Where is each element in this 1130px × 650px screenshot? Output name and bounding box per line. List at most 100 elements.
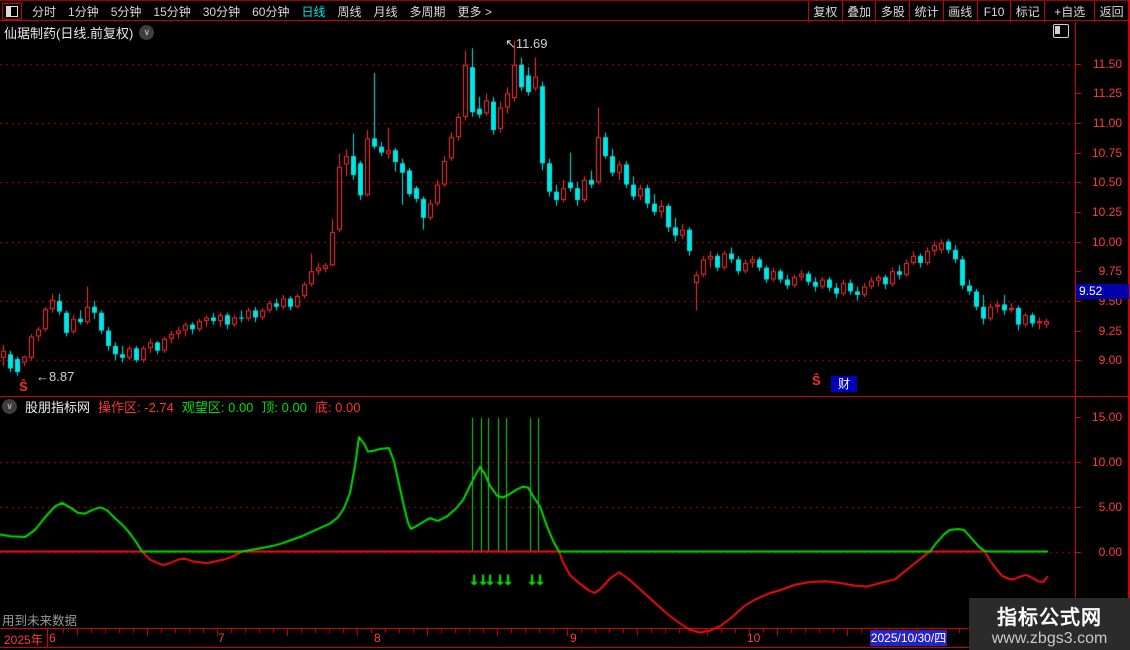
axis-tick-mark xyxy=(1076,551,1081,553)
timeline-tick xyxy=(609,629,610,633)
timeline-tick xyxy=(119,629,120,633)
signal-s-marker: Ŝ xyxy=(19,379,28,394)
price-tick-10.50: 10.50 xyxy=(1091,175,1122,190)
cai-badge[interactable]: 财 xyxy=(831,376,857,392)
timeline-tick xyxy=(819,629,820,633)
toolbar-button-2[interactable]: 多股 xyxy=(875,1,909,22)
timeline-tick xyxy=(175,629,176,633)
axis-tick-mark xyxy=(1076,360,1081,362)
future-data-note: 用到未来数据 xyxy=(2,614,78,628)
indicator-tick-5.00: 5.00 xyxy=(1098,499,1122,514)
timeline-tick xyxy=(273,629,274,633)
timeline-tick xyxy=(931,629,932,633)
tab-period-5[interactable]: 60分钟 xyxy=(246,3,295,20)
axis-tick-mark xyxy=(1076,506,1081,508)
axis-tick-mark xyxy=(1076,416,1081,418)
timeline-tick xyxy=(525,629,526,633)
timeline-tick xyxy=(945,629,946,633)
timeline-tick xyxy=(245,629,246,633)
indicator-site-label: 股朋指标网 xyxy=(25,400,91,415)
indicator-header: ∨ 股朋指标网 操作区: -2.74 观望区: 0.00 顶: 0.00 底: 0.0… xyxy=(0,397,1130,416)
timeline-tick xyxy=(441,629,442,633)
timeline-tick xyxy=(595,629,596,633)
watermark-title: 指标公式网 xyxy=(997,606,1102,629)
timeline-separator xyxy=(47,629,48,647)
timeline-tick xyxy=(147,629,148,636)
price-tick-10.00: 10.00 xyxy=(1091,234,1122,249)
price-tick-11.00: 11.00 xyxy=(1092,115,1122,130)
layout-split-icon[interactable] xyxy=(2,3,22,20)
timeline-tick xyxy=(231,629,232,633)
timeline-tick xyxy=(133,629,134,633)
axis-tick-mark xyxy=(1076,93,1081,95)
timeline-tick xyxy=(259,629,260,633)
chevron-down-icon[interactable]: ∨ xyxy=(2,399,17,414)
timeline-tick xyxy=(161,629,162,633)
price-tick-9.25: 9.25 xyxy=(1098,323,1122,338)
tab-period-7[interactable]: 周线 xyxy=(331,3,367,20)
tab-period-10[interactable]: 更多 > xyxy=(452,3,498,20)
timeline-tick xyxy=(903,629,904,633)
timeline-tick xyxy=(833,629,834,633)
toolbar-button-8[interactable]: 返回 xyxy=(1094,1,1128,22)
signal-s-marker: Ŝ xyxy=(812,373,821,388)
indicator-field-0: 操作区: -2.74 xyxy=(98,400,174,415)
timeline-month-10: 10 xyxy=(747,631,761,645)
timeline-axis[interactable]: 2025年 2025/10/30/四 6 7 8 9 10 xyxy=(0,629,1130,647)
axis-tick-mark xyxy=(1076,211,1081,213)
price-tick-10.75: 10.75 xyxy=(1091,145,1122,160)
timeline-tick xyxy=(763,629,764,633)
timeline-tick xyxy=(637,629,638,636)
timeline-tick xyxy=(805,629,806,633)
timeline-tick xyxy=(315,629,316,633)
timeline-tick xyxy=(777,629,778,636)
indicator-tick-0.00: 0.00 xyxy=(1098,544,1122,559)
timeline-tick xyxy=(301,629,302,633)
toolbar-button-6[interactable]: 标记 xyxy=(1010,1,1044,22)
timeline-tick xyxy=(399,629,400,633)
indicator-canvas[interactable] xyxy=(0,417,1076,647)
tab-period-0[interactable]: 分时 xyxy=(26,3,62,20)
timeline-tick xyxy=(343,629,344,633)
tab-period-2[interactable]: 5分钟 xyxy=(105,3,148,20)
indicator-tick-15.00: 15.00 xyxy=(1091,409,1122,424)
toolbar-button-1[interactable]: 叠加 xyxy=(841,1,876,22)
toolbar-button-3[interactable]: 统计 xyxy=(909,1,943,22)
price-tick-10.25: 10.25 xyxy=(1091,204,1122,219)
axis-tick-mark xyxy=(1076,122,1081,124)
timeline-tick xyxy=(63,629,64,633)
timeline-tick xyxy=(189,629,190,633)
toolbar-button-0[interactable]: 复权 xyxy=(808,1,842,22)
timeline-tick xyxy=(959,629,960,633)
timeline-tick xyxy=(511,629,512,633)
timeline-tick xyxy=(455,629,456,633)
timeline-tick xyxy=(735,629,736,633)
timeline-tick xyxy=(77,629,78,636)
price-tick-11.50: 11.50 xyxy=(1092,56,1122,71)
timeline-tick xyxy=(413,629,414,633)
main-price-canvas[interactable] xyxy=(0,22,1076,396)
axis-tick-mark xyxy=(1076,330,1081,332)
top-toolbar: 分时 1分钟 5分钟 15分钟 30分钟 60分钟 日线 周线 月线 多周期 更多 > 复权 叠加 多股… xyxy=(0,0,1130,22)
current-date-label: 2025/10/30/四 xyxy=(870,630,947,646)
tab-period-3[interactable]: 15分钟 xyxy=(147,3,196,20)
tab-period-1[interactable]: 1分钟 xyxy=(62,3,105,20)
timeline-tick xyxy=(357,629,358,636)
tab-period-6[interactable]: 日线 xyxy=(295,3,331,20)
indicator-field-1: 观望区: 0.00 xyxy=(181,400,254,415)
toolbar-button-4[interactable]: 画线 xyxy=(942,1,977,22)
timeline-tick xyxy=(665,629,666,633)
timeline-tick xyxy=(791,629,792,633)
timeline-tick xyxy=(707,629,708,636)
axis-tick-mark xyxy=(1076,461,1081,463)
toolbar-button-7[interactable]: +自选 xyxy=(1044,1,1094,22)
timeline-tick xyxy=(875,629,876,633)
timeline-tick xyxy=(861,629,862,633)
axis-tick-mark xyxy=(1076,241,1081,243)
tab-period-9[interactable]: 多周期 xyxy=(404,3,452,20)
tab-period-4[interactable]: 30分钟 xyxy=(197,3,246,20)
timeline-tick xyxy=(497,629,498,636)
indicator-field-3: 底: 0.00 xyxy=(314,400,361,415)
tab-period-8[interactable]: 月线 xyxy=(368,3,404,20)
toolbar-button-5[interactable]: F10 xyxy=(976,1,1011,22)
